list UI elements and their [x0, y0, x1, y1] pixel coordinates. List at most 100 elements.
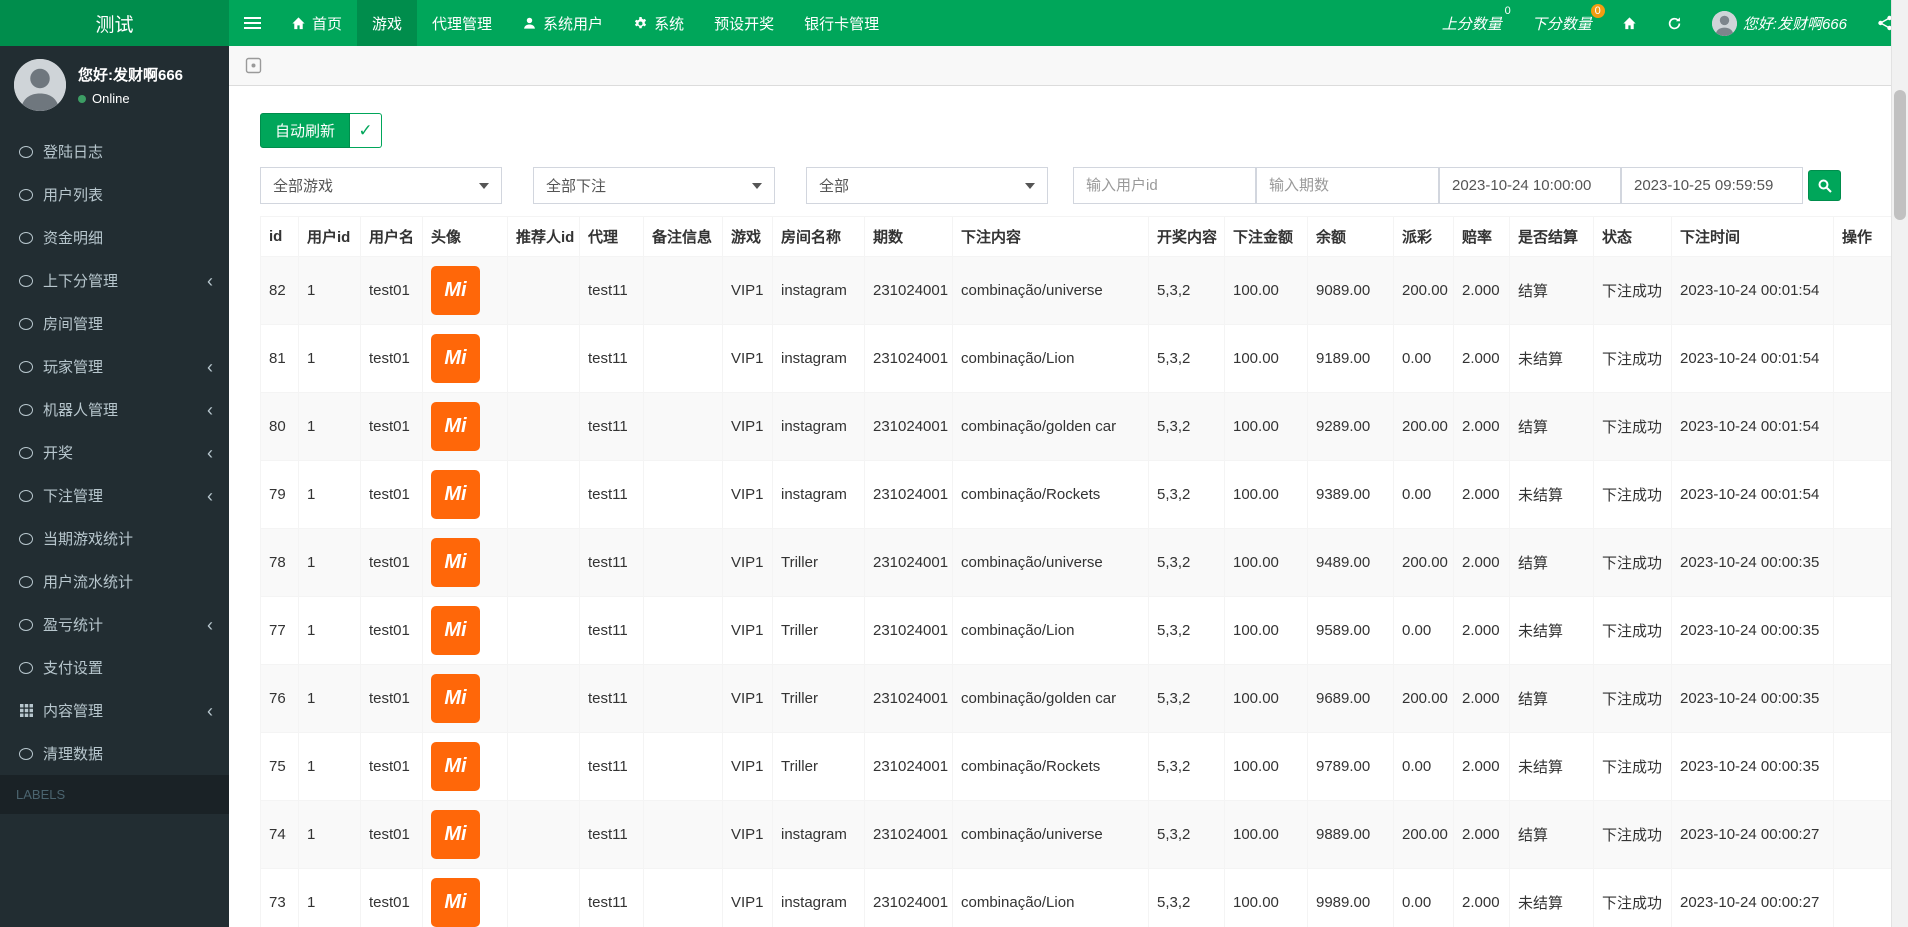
- bet-type-filter-select[interactable]: 全部下注: [533, 167, 775, 204]
- cell-status: 下注成功: [1594, 597, 1672, 665]
- cell-bet_time: 2023-10-24 00:00:35: [1672, 529, 1834, 597]
- cell-remark: [644, 801, 723, 869]
- nav-item-home[interactable]: 首页: [276, 0, 357, 46]
- table-row: 791test01Mitest11VIP1instagram231024001c…: [261, 461, 1892, 529]
- sidebar-item-user-list[interactable]: 用户列表: [0, 173, 229, 216]
- cell-username: test01: [361, 801, 423, 869]
- cell-id: 75: [261, 733, 299, 801]
- cell-action: [1834, 393, 1892, 461]
- user-menu[interactable]: 您好:发财啊666: [1697, 0, 1862, 46]
- cell-odds: 2.000: [1454, 597, 1510, 665]
- cell-issue: 231024001: [865, 393, 953, 461]
- chevron-left-icon: ‹: [207, 491, 213, 501]
- cell-agent: test11: [580, 461, 644, 529]
- date-from-input[interactable]: [1439, 167, 1621, 204]
- up-score-label: 上分数量: [1442, 13, 1502, 34]
- brand-logo[interactable]: 测试: [0, 0, 229, 46]
- sidebar-item-player-manage[interactable]: 玩家管理‹: [0, 345, 229, 388]
- nav-item-games[interactable]: 游戏: [357, 0, 417, 46]
- sidebar-item-current-game-stats[interactable]: 当期游戏统计: [0, 517, 229, 560]
- sidebar-item-content-manage[interactable]: 内容管理‹: [0, 689, 229, 732]
- refresh-button[interactable]: [1652, 0, 1697, 46]
- cell-id: 80: [261, 393, 299, 461]
- sidebar-toggle-button[interactable]: [229, 0, 276, 46]
- sidebar-item-bet-manage[interactable]: 下注管理‹: [0, 474, 229, 517]
- search-button[interactable]: [1808, 170, 1841, 201]
- cell-username: test01: [361, 461, 423, 529]
- cell-game: VIP1: [723, 257, 773, 325]
- scrollbar-thumb[interactable]: [1894, 90, 1906, 220]
- cell-bet_content: combinação/universe: [953, 257, 1149, 325]
- cell-bet_content: combinação/universe: [953, 529, 1149, 597]
- cell-remark: [644, 597, 723, 665]
- avatar-photo: [1712, 11, 1737, 36]
- column-header-remark: 备注信息: [644, 217, 723, 257]
- user-avatar-image: Mi: [431, 538, 480, 587]
- nav-item-label: 首页: [312, 13, 342, 34]
- cell-id: 82: [261, 257, 299, 325]
- cell-uid: 1: [299, 257, 361, 325]
- home-shortcut-button[interactable]: [1607, 0, 1652, 46]
- cell-id: 78: [261, 529, 299, 597]
- game-filter-select[interactable]: 全部游戏: [260, 167, 502, 204]
- cell-action: [1834, 461, 1892, 529]
- sidebar-item-payment-settings[interactable]: 支付设置: [0, 646, 229, 689]
- cell-balance: 9089.00: [1308, 257, 1394, 325]
- nav-item-agent-manage[interactable]: 代理管理: [417, 0, 507, 46]
- cell-referrer: [508, 461, 580, 529]
- sidebar-item-score-manage[interactable]: 上下分管理‹: [0, 259, 229, 302]
- navbar-right: 上分数量 0 下分数量 0 您好:发财啊666: [1427, 0, 1908, 46]
- avatar-logo-text: Mi: [444, 347, 466, 370]
- sidebar-item-label: 登陆日志: [43, 141, 103, 162]
- cell-draw_content: 5,3,2: [1149, 529, 1225, 597]
- sidebar: 您好:发财啊666 Online 登陆日志用户列表资金明细上下分管理‹房间管理玩…: [0, 46, 229, 927]
- cell-status: 下注成功: [1594, 529, 1672, 597]
- cell-room: Triller: [773, 665, 865, 733]
- issue-number-input[interactable]: [1256, 167, 1439, 204]
- avatar-logo-text: Mi: [444, 415, 466, 438]
- auto-refresh-checkbox[interactable]: ✓: [350, 113, 382, 148]
- user-icon: [522, 16, 537, 31]
- cell-bet_amount: 100.00: [1225, 665, 1308, 733]
- sidebar-item-label: 开奖: [43, 442, 73, 463]
- sidebar-item-clean-data[interactable]: 清理数据: [0, 732, 229, 775]
- nav-item-preset-draw[interactable]: 预设开奖: [699, 0, 789, 46]
- cell-status: 下注成功: [1594, 801, 1672, 869]
- cell-username: test01: [361, 325, 423, 393]
- cell-agent: test11: [580, 665, 644, 733]
- cell-username: test01: [361, 869, 423, 927]
- status-filter-select[interactable]: 全部: [806, 167, 1048, 204]
- cell-uid: 1: [299, 733, 361, 801]
- sidebar-item-room-manage[interactable]: 房间管理: [0, 302, 229, 345]
- sidebar-item-robot-manage[interactable]: 机器人管理‹: [0, 388, 229, 431]
- search-icon: [1817, 178, 1833, 194]
- user-id-input[interactable]: [1073, 167, 1256, 204]
- cell-remark: [644, 461, 723, 529]
- vertical-scrollbar[interactable]: [1891, 0, 1908, 927]
- column-header-draw_content: 开奖内容: [1149, 217, 1225, 257]
- sidebar-item-draw[interactable]: 开奖‹: [0, 431, 229, 474]
- cell-balance: 9989.00: [1308, 869, 1394, 927]
- cell-bet_amount: 100.00: [1225, 801, 1308, 869]
- panel-widget-icon[interactable]: [245, 57, 262, 74]
- cell-remark: [644, 665, 723, 733]
- sidebar-item-user-flow-stats[interactable]: 用户流水统计: [0, 560, 229, 603]
- sidebar-item-funds-detail[interactable]: 资金明细: [0, 216, 229, 259]
- cell-status: 下注成功: [1594, 325, 1672, 393]
- nav-item-bank-card-manage[interactable]: 银行卡管理: [789, 0, 894, 46]
- sidebar-item-profit-stats[interactable]: 盈亏统计‹: [0, 603, 229, 646]
- auto-refresh-button[interactable]: 自动刷新: [260, 113, 350, 148]
- cell-game: VIP1: [723, 597, 773, 665]
- date-to-input[interactable]: [1621, 167, 1803, 204]
- down-score-button[interactable]: 下分数量 0: [1517, 0, 1607, 46]
- user-avatar-image: Mi: [431, 470, 480, 519]
- down-score-label: 下分数量: [1532, 13, 1592, 34]
- cell-room: Triller: [773, 597, 865, 665]
- circle-icon: [19, 146, 33, 158]
- nav-item-system-users[interactable]: 系统用户: [507, 0, 618, 46]
- sidebar-item-login-log[interactable]: 登陆日志: [0, 130, 229, 173]
- nav-item-system[interactable]: 系统: [618, 0, 699, 46]
- hamburger-icon: [244, 14, 261, 32]
- up-score-button[interactable]: 上分数量 0: [1427, 0, 1517, 46]
- cell-payout: 0.00: [1394, 325, 1454, 393]
